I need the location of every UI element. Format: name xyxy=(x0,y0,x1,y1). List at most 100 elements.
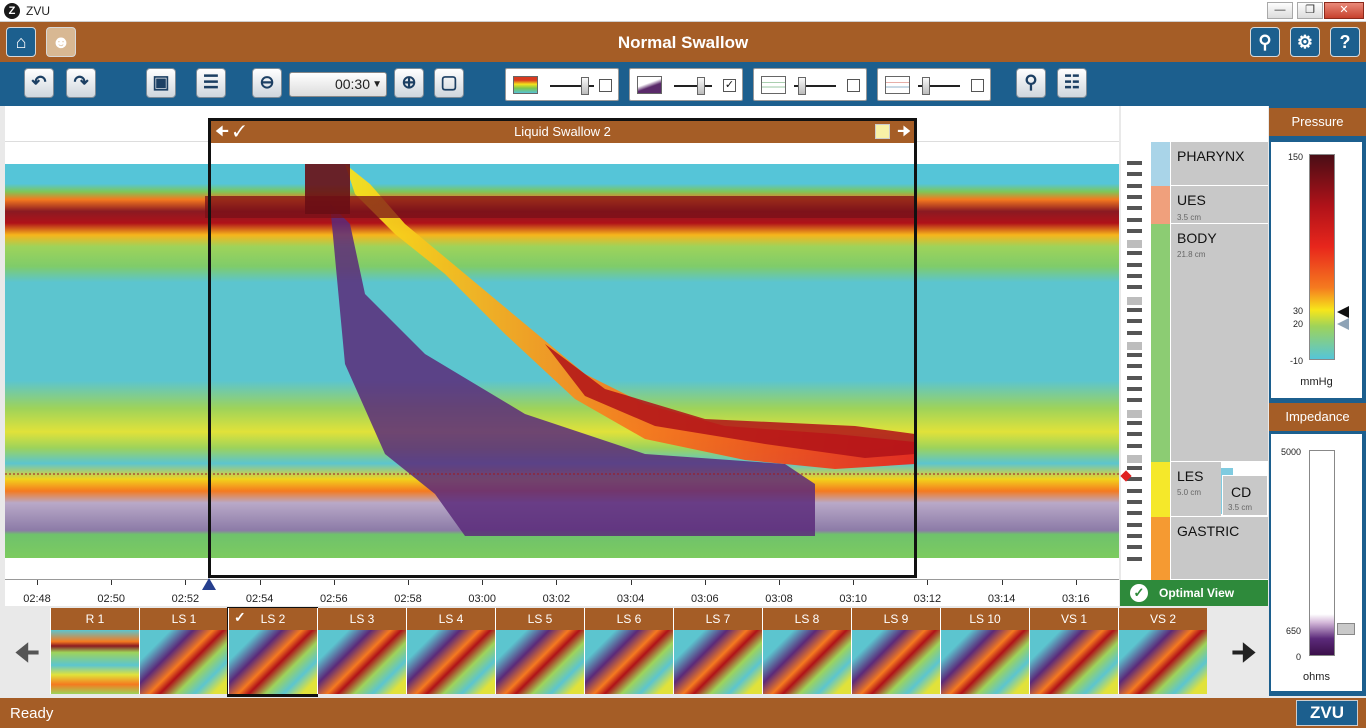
next-arrow-icon[interactable]: 🠊 xyxy=(897,121,911,143)
impedance-layer-checkbox[interactable]: ✓ xyxy=(723,79,736,92)
region-name: PHARYNX xyxy=(1177,148,1245,164)
thumbnail-item[interactable]: LS 2 ✓ xyxy=(227,607,318,697)
thumbnail-label: R 1 xyxy=(50,608,139,630)
sensor-marker xyxy=(1127,330,1142,335)
restore-button[interactable]: ❐ xyxy=(1297,2,1323,19)
region-body[interactable]: BODY 21.8 cm xyxy=(1151,224,1268,462)
region-box: PHARYNX xyxy=(1171,142,1268,186)
region-ues[interactable]: UES 3.5 cm xyxy=(1151,186,1268,224)
minimize-button[interactable]: — xyxy=(1267,2,1293,19)
thumbnail-preview xyxy=(851,630,940,694)
crural-diaphragm-box[interactable]: CD 3.5 cm xyxy=(1222,475,1268,516)
toolbar: ↶ ↷ ▣ ☰ ⊖ 00:30 ▼ ⊕ ▢ ✓ ⚲ ☷ xyxy=(0,62,1366,106)
help-icon: ? xyxy=(1339,32,1351,52)
check-icon: ✓ xyxy=(1130,584,1148,602)
sensor-marker xyxy=(1127,172,1142,177)
list-button[interactable]: ☰ xyxy=(196,68,226,98)
axis-tick-mark xyxy=(37,580,38,585)
gear-icon: ⚙ xyxy=(1296,32,1314,52)
page-title: Normal Swallow xyxy=(617,33,749,52)
help-button[interactable]: ? xyxy=(1330,27,1360,57)
undo-button[interactable]: ↶ xyxy=(24,68,54,98)
trace-layer-checkbox[interactable] xyxy=(847,79,860,92)
pressure-handle-upper[interactable] xyxy=(1337,306,1349,318)
impedance-layer-control: ✓ xyxy=(629,68,743,101)
pressure-handle-lower[interactable] xyxy=(1337,318,1349,330)
region-pharynx[interactable]: PHARYNX xyxy=(1151,142,1268,186)
thumbnail-item[interactable]: LS 9 xyxy=(851,608,940,696)
trace2-layer-checkbox[interactable] xyxy=(971,79,984,92)
note-icon[interactable] xyxy=(875,124,890,139)
region-les[interactable]: LES 5.0 cm xyxy=(1151,462,1221,517)
axis-tick-label: 02:48 xyxy=(23,593,51,605)
search-icon: ⚲ xyxy=(1024,72,1038,92)
app-logo: Z xyxy=(4,3,20,19)
region-strip xyxy=(1151,142,1170,186)
axis-tick-label: 03:10 xyxy=(839,593,867,605)
zoom-select[interactable]: 00:30 ▼ xyxy=(289,72,387,97)
trace-slider-handle[interactable] xyxy=(798,77,807,95)
thumbnail-item[interactable]: R 1 xyxy=(50,608,139,696)
thumbnail-item[interactable]: LS 6 xyxy=(584,608,673,696)
sensor-marker xyxy=(1127,217,1142,222)
redo-button[interactable]: ↷ xyxy=(66,68,96,98)
impedance-legend-title: Impedance xyxy=(1269,403,1366,431)
impedance-handle[interactable] xyxy=(1337,623,1355,635)
thumbnail-item[interactable]: LS 7 xyxy=(673,608,762,696)
thumbnail-item[interactable]: LS 3 xyxy=(317,608,406,696)
time-cursor-marker[interactable] xyxy=(202,578,216,590)
thumbnail-label: LS 1 xyxy=(139,608,228,630)
sensor-column xyxy=(1127,161,1143,571)
search-button[interactable]: ⚲ xyxy=(1016,68,1046,98)
thumbnail-preview xyxy=(50,630,139,694)
thumbnail-item[interactable]: LS 1 xyxy=(139,608,228,696)
topography-plot[interactable]: 🠈 ✓ Liquid Swallow 2 🠊 02:48 02:50 02:52 02… xyxy=(5,106,1119,606)
close-button[interactable]: ✕ xyxy=(1324,2,1364,19)
clipboard-button[interactable]: ☷ xyxy=(1057,68,1087,98)
thumbnail-label: LS 6 xyxy=(584,608,673,630)
optimal-view-button[interactable]: ✓ Optimal View xyxy=(1120,580,1268,606)
thumbnail-item[interactable]: VS 1 xyxy=(1029,608,1118,696)
pressure-layer-control xyxy=(505,68,619,101)
thumbnail-label: VS 1 xyxy=(1029,608,1118,630)
settings-button[interactable]: ⚙ xyxy=(1290,27,1320,57)
axis-tick-mark xyxy=(482,580,484,585)
region-gastric[interactable]: GASTRIC xyxy=(1151,517,1268,580)
sensor-marker xyxy=(1127,432,1142,437)
sensor-marker xyxy=(1127,319,1142,324)
fit-view-button[interactable]: ▢ xyxy=(434,68,464,98)
axis-tick-label: 03:04 xyxy=(616,593,645,605)
zoom-in-button[interactable]: ⊕ xyxy=(394,68,424,98)
thumbnail-label: LS 4 xyxy=(406,608,495,630)
swallow-selection-box[interactable]: 🠈 ✓ Liquid Swallow 2 🠊 xyxy=(208,118,917,578)
axis-tick-label: 03:08 xyxy=(765,593,793,605)
impedance-unit: ohms xyxy=(1303,671,1330,683)
thumbnail-preview xyxy=(940,630,1029,694)
pressure-tick: 30 xyxy=(1292,306,1303,316)
region-name: GASTRIC xyxy=(1177,523,1240,539)
axis-tick-label: 03:06 xyxy=(691,593,719,605)
thumbnail-item[interactable]: LS 5 xyxy=(495,608,584,696)
trace2-slider-handle[interactable] xyxy=(922,77,931,95)
next-thumbs-arrow-icon[interactable]: 🠊 xyxy=(1227,636,1261,670)
impedance-slider-handle[interactable] xyxy=(696,77,705,95)
prev-thumbs-arrow-icon[interactable]: 🠈 xyxy=(10,636,44,670)
sensor-marker xyxy=(1127,375,1142,380)
thumbnail-item[interactable]: VS 2 xyxy=(1118,608,1207,696)
region-name: LES xyxy=(1177,468,1204,484)
axis-tick-mark xyxy=(333,580,335,585)
time-axis: 02:48 02:50 02:52 02:54 02:56 02:58 03:00 03:02… xyxy=(5,578,1119,606)
axis-tick-label: 02:58 xyxy=(394,593,422,605)
thumbnail-list: R 1 LS 1 LS 2 ✓ LS 3 LS 4 LS 5 LS 6 LS 7 LS 8 LS 9… xyxy=(50,606,1224,698)
prev-arrow-icon[interactable]: 🠈 ✓ xyxy=(215,121,246,143)
region-strip xyxy=(1151,224,1170,462)
pressure-layer-checkbox[interactable] xyxy=(599,79,612,92)
thumbnail-item[interactable]: LS 8 xyxy=(762,608,851,696)
thumbnail-item[interactable]: LS 4 xyxy=(406,608,495,696)
thumbnail-item[interactable]: LS 10 xyxy=(940,608,1029,696)
pressure-slider-handle[interactable] xyxy=(581,77,590,95)
location-button[interactable]: ⚲ xyxy=(1250,27,1280,57)
save-button[interactable]: ▣ xyxy=(146,68,176,98)
axis-tick-mark xyxy=(1001,580,1003,585)
zoom-out-button[interactable]: ⊖ xyxy=(252,68,282,98)
